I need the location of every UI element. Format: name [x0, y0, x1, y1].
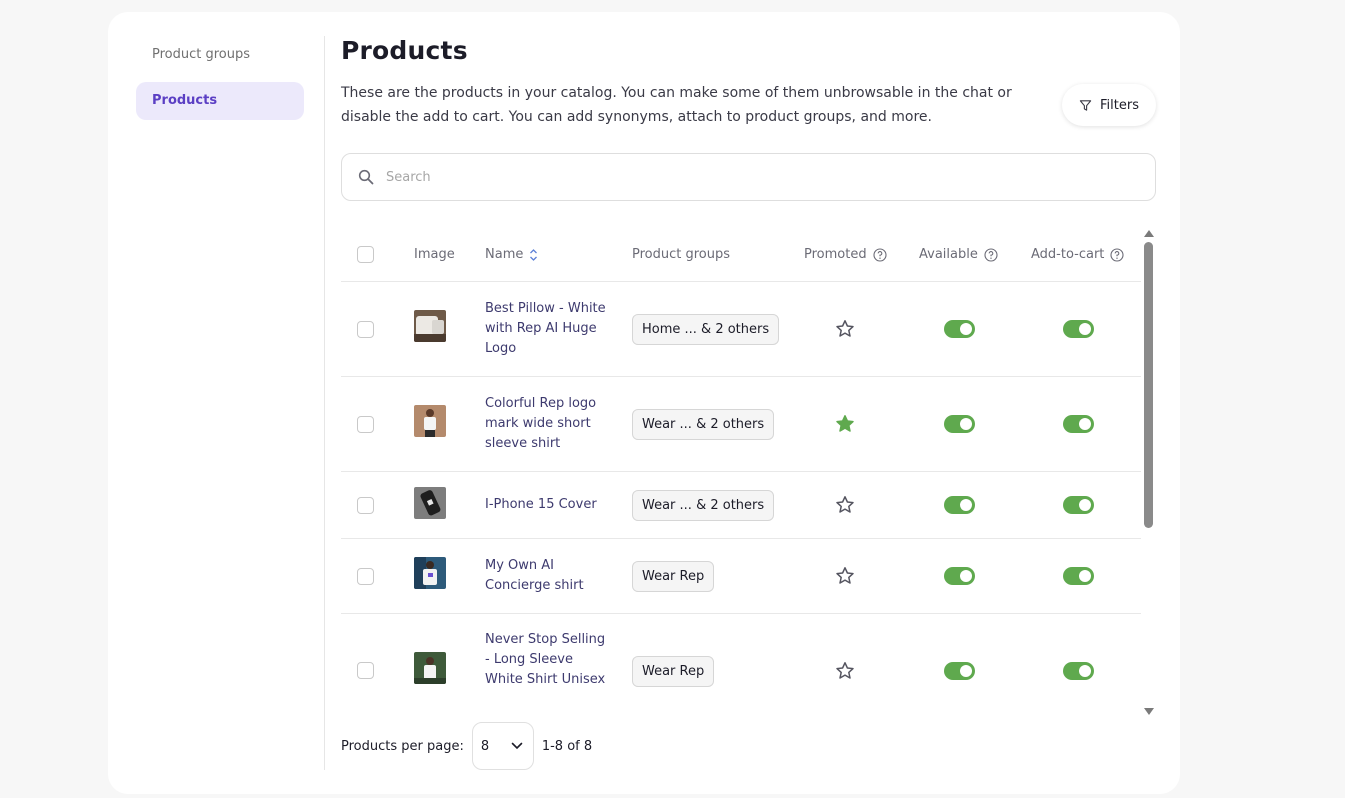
row-checkbox[interactable]	[357, 321, 374, 338]
column-header-name-label: Name	[485, 247, 524, 262]
product-groups-chip[interactable]: Wear Rep	[632, 561, 715, 592]
column-header-promoted-label: Promoted	[804, 247, 867, 262]
column-header-image: Image	[414, 247, 455, 262]
star-outline-icon[interactable]	[835, 566, 855, 586]
product-name-link[interactable]: I-Phone 15 Cover	[485, 495, 610, 515]
available-toggle[interactable]	[944, 662, 975, 680]
help-icon[interactable]	[984, 247, 998, 262]
star-outline-icon[interactable]	[835, 495, 855, 515]
vertical-divider	[324, 36, 325, 770]
pagination-range: 1-8 of 8	[541, 738, 593, 754]
help-icon[interactable]	[873, 247, 887, 262]
column-header-available-label: Available	[919, 247, 978, 262]
product-thumbnail	[414, 487, 446, 519]
pagination: Products per page: 8 1-8 of 8	[341, 722, 592, 770]
chevron-down-icon	[511, 742, 523, 750]
table-row: Never Stop Selling - Long Sleeve White S…	[341, 614, 1141, 715]
main-content: Products These are the products in your …	[341, 12, 1156, 794]
available-toggle[interactable]	[944, 496, 975, 514]
products-table: Image Name Product groups Promoted Avail…	[341, 227, 1141, 715]
available-toggle[interactable]	[944, 415, 975, 433]
available-toggle[interactable]	[944, 320, 975, 338]
column-header-available: Available	[919, 227, 998, 282]
product-thumbnail	[414, 557, 446, 589]
available-toggle[interactable]	[944, 567, 975, 585]
search-icon	[358, 169, 374, 185]
filters-button[interactable]: Filters	[1062, 84, 1156, 126]
row-checkbox[interactable]	[357, 416, 374, 433]
add-to-cart-toggle[interactable]	[1063, 496, 1094, 514]
column-header-name[interactable]: Name	[485, 227, 538, 282]
add-to-cart-toggle[interactable]	[1063, 662, 1094, 680]
table-row: I-Phone 15 Cover Wear ... & 2 others	[341, 472, 1141, 539]
product-groups-chip[interactable]: Wear ... & 2 others	[632, 409, 775, 440]
help-icon[interactable]	[1110, 247, 1124, 262]
table-scrollbar[interactable]	[1143, 227, 1155, 715]
sort-icon[interactable]	[529, 248, 538, 262]
product-thumbnail	[414, 310, 446, 342]
add-to-cart-toggle[interactable]	[1063, 415, 1094, 433]
sidebar-item-product-groups[interactable]: Product groups	[136, 36, 304, 74]
per-page-select[interactable]: 8	[471, 722, 534, 770]
add-to-cart-toggle[interactable]	[1063, 567, 1094, 585]
product-groups-chip[interactable]: Wear Rep	[632, 656, 715, 687]
product-groups-chip[interactable]: Wear ... & 2 others	[632, 490, 775, 521]
search-box	[341, 153, 1156, 201]
star-outline-icon[interactable]	[835, 661, 855, 681]
column-header-product-groups: Product groups	[632, 247, 731, 262]
sidebar-nav: Product groups Products	[136, 36, 304, 128]
star-filled-icon[interactable]	[835, 414, 855, 434]
row-checkbox[interactable]	[357, 662, 374, 679]
star-outline-icon[interactable]	[835, 319, 855, 339]
product-thumbnail	[414, 652, 446, 684]
table-row: Colorful Rep logo mark wide short sleeve…	[341, 377, 1141, 472]
table-row: My Own AI Concierge shirt Wear Rep	[341, 539, 1141, 614]
page-description: These are the products in your catalog. …	[341, 85, 1012, 125]
product-thumbnail	[414, 405, 446, 437]
product-name-link[interactable]: Colorful Rep logo mark wide short sleeve…	[485, 394, 610, 454]
filters-button-label: Filters	[1100, 97, 1139, 113]
scroll-thumb[interactable]	[1144, 242, 1153, 528]
search-input[interactable]	[386, 169, 1126, 185]
table-row: Best Pillow - White with Rep AI Huge Log…	[341, 282, 1141, 377]
per-page-label: Products per page:	[341, 738, 464, 754]
column-header-add-to-cart-label: Add-to-cart	[1031, 247, 1105, 262]
column-header-promoted: Promoted	[804, 227, 887, 282]
select-all-checkbox[interactable]	[357, 246, 374, 263]
scroll-up-arrow-icon[interactable]	[1144, 230, 1154, 237]
table-header: Image Name Product groups Promoted Avail…	[341, 227, 1141, 282]
column-header-add-to-cart: Add-to-cart	[1031, 227, 1124, 282]
products-panel: Product groups Products Products These a…	[108, 12, 1180, 794]
filter-icon	[1079, 99, 1092, 111]
page-title: Products	[341, 36, 468, 65]
scroll-down-arrow-icon[interactable]	[1144, 708, 1154, 715]
sidebar-item-products[interactable]: Products	[136, 82, 304, 120]
product-groups-chip[interactable]: Home ... & 2 others	[632, 314, 780, 345]
add-to-cart-toggle[interactable]	[1063, 320, 1094, 338]
row-checkbox[interactable]	[357, 497, 374, 514]
row-checkbox[interactable]	[357, 568, 374, 585]
product-name-link[interactable]: Never Stop Selling - Long Sleeve White S…	[485, 630, 610, 690]
product-name-link[interactable]: Best Pillow - White with Rep AI Huge Log…	[485, 299, 610, 359]
product-name-link[interactable]: My Own AI Concierge shirt	[485, 556, 610, 596]
per-page-value: 8	[480, 738, 490, 754]
